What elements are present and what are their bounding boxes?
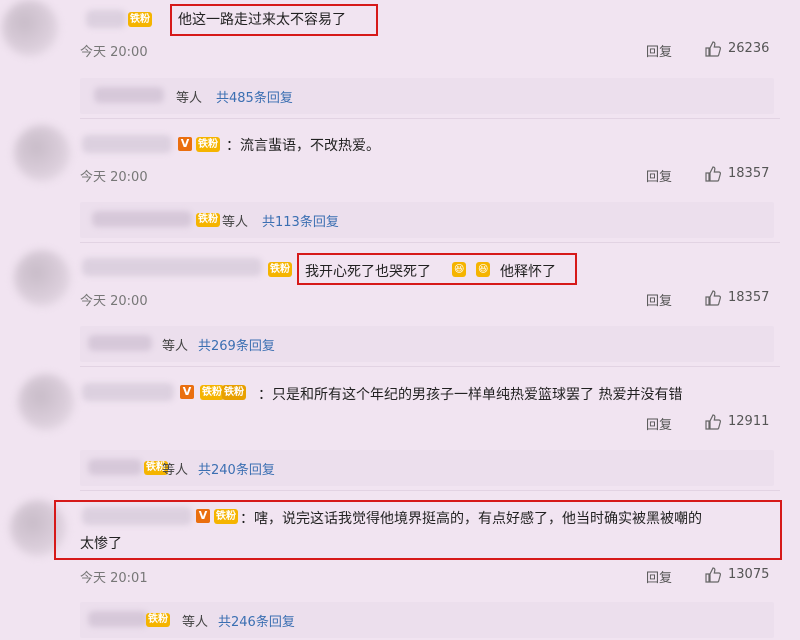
more-replies-link[interactable]: 共269条回复 [198,335,275,354]
reply-preview[interactable]: 铁粉 等人 共113条回复 [80,202,774,238]
thumbs-up-icon[interactable] [705,166,721,182]
divider [80,118,780,119]
reply-button[interactable]: 回复 [646,41,672,60]
replier-blurred [88,459,142,475]
fan-badge: 铁粉 [196,137,220,152]
like-count: 13075 [728,567,770,582]
thumbs-up-icon[interactable] [705,567,721,583]
fan-badge: 铁粉 [128,12,152,27]
avatar[interactable] [14,250,70,306]
avatar[interactable] [14,125,70,181]
like-count: 26236 [728,41,770,56]
divider [80,490,780,491]
highlight-box [297,253,577,285]
replier-blurred [92,211,192,227]
replier-blurred [94,87,164,103]
comment-time: 今天 20:00 [80,170,148,185]
thumbs-up-icon[interactable] [705,414,721,430]
v-verified-icon: V [178,137,192,151]
like-count: 18357 [728,166,770,181]
fan-badge: 铁粉 [146,613,170,627]
highlight-box [54,500,782,560]
more-replies-link[interactable]: 共240条回复 [198,459,275,478]
comment-text: ：流言蜚语，不改热爱。 [226,138,380,154]
avatar[interactable] [2,0,58,56]
like-count: 12911 [728,414,770,429]
comment-time: 今天 20:00 [80,294,148,309]
reply-preview[interactable]: 铁粉 等人 共240条回复 [80,450,774,486]
divider [80,366,780,367]
more-replies-link[interactable]: 共246条回复 [218,611,295,630]
replier-label: 等人 [176,91,203,106]
v-verified-icon: V [180,385,194,399]
username-blurred[interactable] [82,258,262,276]
divider [80,242,780,243]
username-blurred[interactable] [82,135,172,153]
reply-button[interactable]: 回复 [646,290,672,309]
reply-button[interactable]: 回复 [646,414,672,433]
thumbs-up-icon[interactable] [705,41,721,57]
username-blurred[interactable] [86,10,126,28]
more-replies-link[interactable]: 共485条回复 [216,87,293,106]
comment-time: 今天 20:01 [80,571,148,586]
fan-badge: 铁粉 [196,213,220,227]
comment-time: 今天 20:00 [80,45,148,60]
username-blurred[interactable] [82,383,174,401]
replier-label: 等人 [182,615,209,630]
replier-label: 等人 [162,463,189,478]
replier-blurred [88,611,148,627]
replier-label: 等人 [222,215,249,230]
reply-button[interactable]: 回复 [646,567,672,586]
fan-badge: 铁粉 [268,262,292,277]
avatar[interactable] [18,374,74,430]
thumbs-up-icon[interactable] [705,290,721,306]
like-count: 18357 [728,290,770,305]
replier-label: 等人 [162,339,189,354]
level-badge: 铁粉 [222,385,246,400]
reply-preview[interactable]: 等人 共485条回复 [80,78,774,114]
replier-blurred [88,335,152,351]
comment-text: ：只是和所有这个年纪的男孩子一样单纯热爱篮球罢了 热爱并没有错 [258,387,683,403]
more-replies-link[interactable]: 共113条回复 [262,211,339,230]
reply-preview[interactable]: 等人 共269条回复 [80,326,774,362]
reply-button[interactable]: 回复 [646,166,672,185]
highlight-box [170,4,378,36]
reply-preview[interactable]: 铁粉 等人 共246条回复 [80,602,774,638]
fan-badge: 铁粉 [200,385,224,400]
